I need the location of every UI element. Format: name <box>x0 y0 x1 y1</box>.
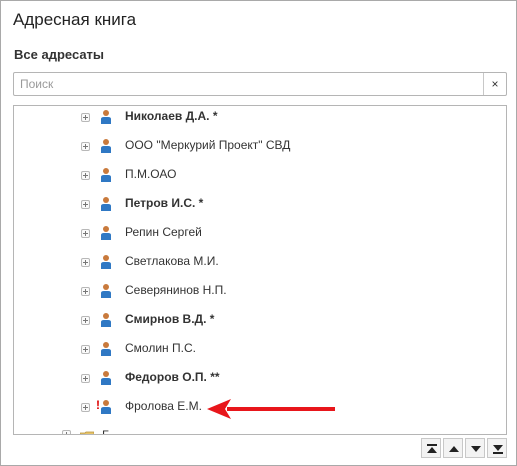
tree-row[interactable]: Федоров О.П. ** <box>14 367 506 396</box>
contact-label: Светлакова М.И. <box>125 254 219 268</box>
contact-label: П.М.ОАО <box>125 167 177 181</box>
contact-label: Фролова Е.М. <box>125 399 202 413</box>
person-icon <box>101 139 111 153</box>
window-title: Адресная книга <box>13 10 137 29</box>
tree-row[interactable]: Петров И.С. * <box>14 193 506 222</box>
folder-icon <box>80 431 94 434</box>
move-first-icon <box>427 444 437 453</box>
move-last-icon <box>493 445 503 454</box>
tree-row[interactable]: Смирнов В.Д. * <box>14 309 506 338</box>
move-down-button[interactable] <box>465 438 485 458</box>
expand-icon[interactable] <box>81 200 90 209</box>
expand-icon[interactable] <box>62 430 71 434</box>
contact-label: Смолин П.С. <box>125 341 196 355</box>
tree-row[interactable]: Репин Сергей <box>14 222 506 251</box>
person-warning-icon <box>101 400 111 414</box>
person-icon <box>101 226 111 240</box>
expand-icon[interactable] <box>81 258 90 267</box>
person-icon <box>101 255 111 269</box>
move-down-icon <box>471 446 481 452</box>
person-icon <box>101 110 111 124</box>
contact-label: Смирнов В.Д. * <box>125 312 215 326</box>
tree-row[interactable]: П.М.ОАО <box>14 164 506 193</box>
expand-icon[interactable] <box>81 374 90 383</box>
move-up-button[interactable] <box>443 438 463 458</box>
person-icon <box>101 371 111 385</box>
person-icon <box>101 313 111 327</box>
search-input[interactable] <box>14 73 500 95</box>
tree-row[interactable]: Северянинов Н.П. <box>14 280 506 309</box>
expand-icon[interactable] <box>81 113 90 122</box>
contact-label: Петров И.С. * <box>125 196 204 210</box>
expand-icon[interactable] <box>81 171 90 180</box>
move-last-button[interactable] <box>487 438 507 458</box>
section-title: Все адресаты <box>14 47 105 62</box>
tree-row[interactable]: Светлакова М.И. <box>14 251 506 280</box>
person-icon <box>101 342 111 356</box>
tree-row[interactable]: ООО "Меркурий Проект" СВД <box>14 135 506 164</box>
contact-label: Северянинов Н.П. <box>125 283 227 297</box>
folder-label: Б <box>102 428 110 435</box>
move-up-icon <box>449 446 459 452</box>
expand-icon[interactable] <box>81 316 90 325</box>
expand-icon[interactable] <box>81 287 90 296</box>
annotation-arrow-icon <box>207 399 335 419</box>
search-clear-button[interactable]: × <box>483 73 506 95</box>
person-icon <box>101 284 111 298</box>
address-tree[interactable]: Николаев Д.А. * ООО "Меркурий Проект" СВ… <box>13 105 507 435</box>
expand-icon[interactable] <box>81 142 90 151</box>
tree-row[interactable]: Николаев Д.А. * <box>14 106 506 135</box>
search-box: × <box>13 72 507 96</box>
move-first-button[interactable] <box>421 438 441 458</box>
contact-label: ООО "Меркурий Проект" СВД <box>125 138 291 152</box>
address-book-window: Адресная книга Все адресаты × Николаев Д… <box>0 0 517 466</box>
contact-label: Репин Сергей <box>125 225 202 239</box>
expand-icon[interactable] <box>81 229 90 238</box>
expand-icon[interactable] <box>81 403 90 412</box>
person-icon <box>101 197 111 211</box>
person-icon <box>101 168 111 182</box>
contact-label: Николаев Д.А. * <box>125 109 218 123</box>
tree-row-partial[interactable]: Б <box>14 424 506 435</box>
contact-label: Федоров О.П. ** <box>125 370 220 384</box>
tree-row[interactable]: Смолин П.С. <box>14 338 506 367</box>
expand-icon[interactable] <box>81 345 90 354</box>
